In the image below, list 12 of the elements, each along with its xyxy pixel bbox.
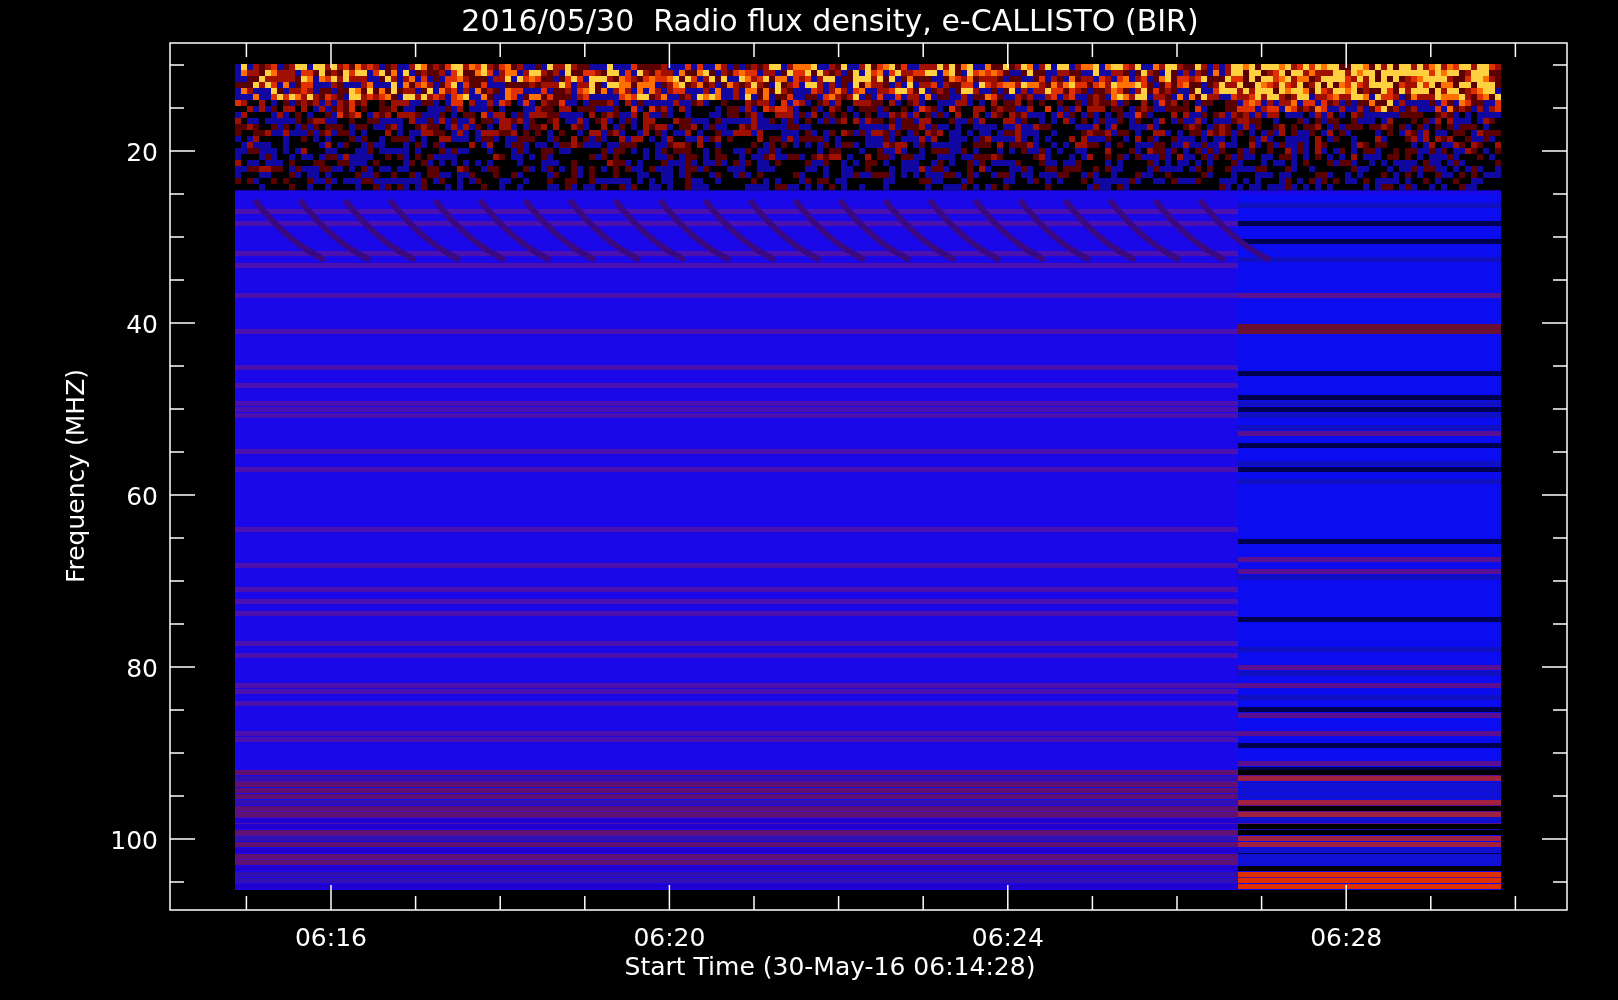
tick-label: 20: [126, 138, 158, 167]
tick-label: 06:16: [295, 923, 367, 952]
tick-label: 06:24: [971, 923, 1044, 952]
tick-label: 06:28: [1310, 923, 1383, 952]
tick-label: 100: [110, 826, 158, 855]
tick-label: 40: [126, 310, 158, 339]
tick-label: 80: [126, 654, 158, 683]
plot-title: 2016/05/30 Radio flux density, e-CALLISTO (BIR): [461, 3, 1199, 38]
axis-label: Frequency (MHZ): [61, 368, 90, 584]
axis-label: Start Time (30-May-16 06:14:28): [624, 952, 1036, 981]
tick-label: 06:20: [633, 923, 706, 952]
tick-label: 60: [126, 482, 158, 511]
